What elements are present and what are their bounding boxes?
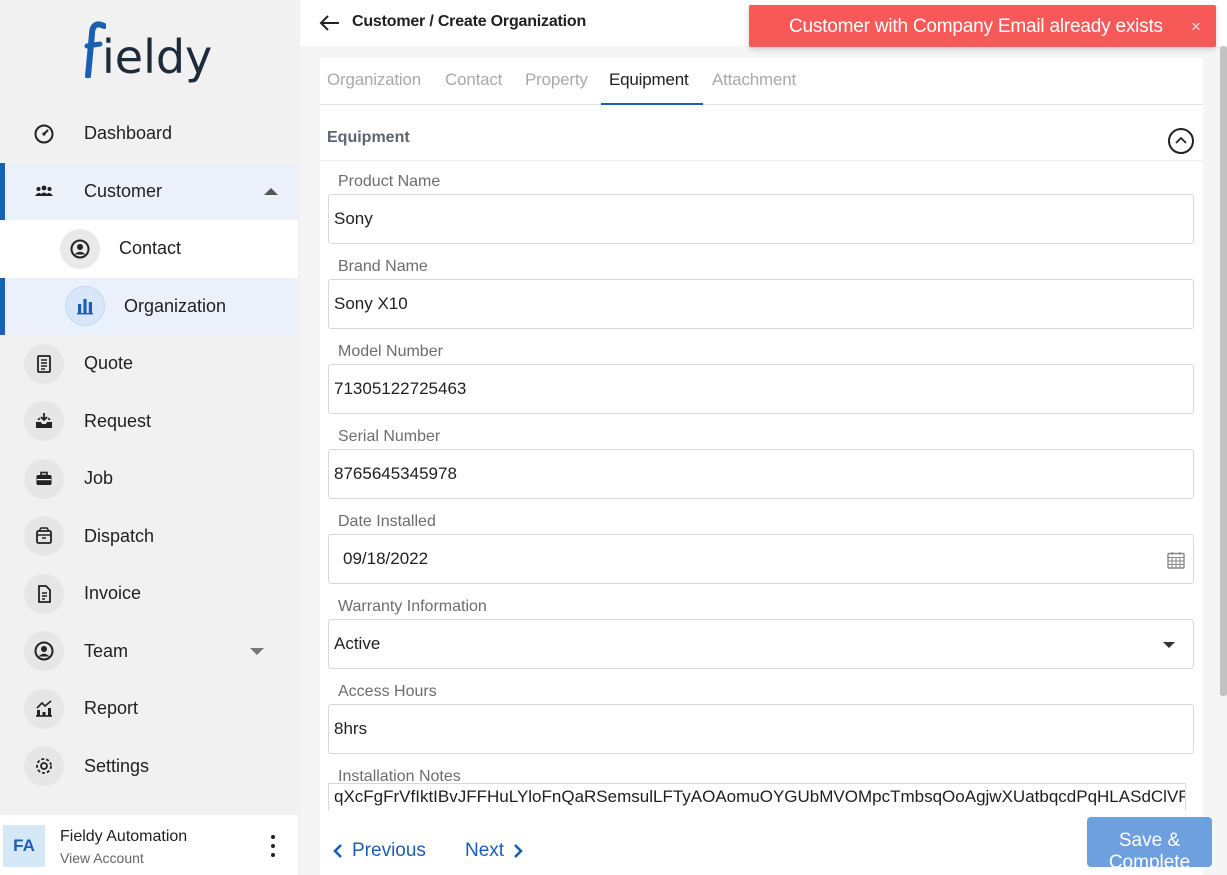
brand-name-field[interactable]: Sony X10: [328, 279, 1194, 329]
tab-bar: Organization Contact Property Equipment …: [320, 58, 1203, 105]
next-button[interactable]: Next: [465, 840, 524, 862]
inbox-request-icon: [24, 401, 64, 442]
sidebar-item-job[interactable]: Job: [0, 450, 298, 508]
gear-icon: [24, 746, 64, 787]
form-footer: Previous Next: [320, 826, 1203, 875]
installation-notes-field[interactable]: qXcFgFrVfIktIBvJFFHuLYloFnQaRSemsulLFTyA…: [328, 783, 1186, 811]
sidebar-item-request[interactable]: Request: [0, 393, 298, 451]
chevron-left-icon: [333, 844, 342, 858]
sidebar-item-dispatch[interactable]: Dispatch: [0, 508, 298, 566]
close-icon[interactable]: ×: [1191, 17, 1201, 37]
sidebar-item-label: Request: [84, 410, 152, 431]
serial-number-label: Serial Number: [338, 428, 441, 445]
sidebar-item-label: Report: [84, 698, 139, 719]
chevron-right-icon: [514, 844, 523, 858]
sidebar-item-report[interactable]: Report: [0, 680, 298, 738]
equipment-section-header[interactable]: Equipment: [320, 112, 1203, 161]
user-circle-icon: [24, 631, 64, 672]
chevron-down-icon[interactable]: [250, 647, 264, 655]
view-account-link[interactable]: View Account: [60, 850, 144, 866]
warranty-label: Warranty Information: [338, 598, 487, 615]
sidebar-item-label: Customer: [84, 180, 163, 201]
content-area: Organization Contact Property Equipment …: [300, 46, 1227, 875]
product-name-value: Sony: [334, 209, 373, 228]
breadcrumb: Customer / Create Organization: [352, 13, 587, 30]
document-list-icon: [24, 343, 64, 384]
sidebar-item-customer[interactable]: Customer: [0, 162, 298, 220]
sidebar: ieldy Dashboard Customer Contact Organiz…: [0, 0, 298, 875]
tab-organization[interactable]: Organization: [327, 70, 421, 90]
toast-message: Customer with Company Email already exis…: [789, 16, 1163, 37]
dashboard-gauge-icon: [24, 114, 64, 154]
active-tab-indicator: [601, 103, 703, 105]
chevron-up-circle-icon[interactable]: [1168, 128, 1194, 154]
account-panel[interactable]: FA Fieldy Automation View Account: [0, 815, 298, 875]
sidebar-item-label: Invoice: [84, 583, 142, 604]
error-toast: Customer with Company Email already exis…: [749, 5, 1216, 47]
product-name-field[interactable]: Sony: [328, 194, 1194, 244]
sidebar-item-dashboard[interactable]: Dashboard: [0, 105, 298, 163]
sidebar-item-label: Quote: [84, 353, 134, 374]
date-installed-label: Date Installed: [338, 513, 436, 530]
warranty-value: Active: [334, 634, 381, 653]
briefcase-icon: [24, 458, 64, 499]
invoice-icon: [24, 573, 64, 614]
tab-contact[interactable]: Contact: [445, 70, 502, 90]
tab-attachment[interactable]: Attachment: [712, 70, 796, 90]
sidebar-item-invoice[interactable]: Invoice: [0, 565, 298, 623]
user-circle-icon: [60, 228, 100, 269]
building-chart-icon: [65, 286, 105, 327]
previous-button[interactable]: Previous: [332, 840, 426, 862]
sidebar-item-quote[interactable]: Quote: [0, 335, 298, 393]
form-panel: Organization Contact Property Equipment …: [320, 58, 1203, 875]
warranty-select[interactable]: Active: [328, 619, 1194, 669]
access-hours-label: Access Hours: [338, 683, 437, 700]
logo-wordmark: ieldy: [102, 30, 213, 84]
sidebar-item-label: Dispatch: [84, 525, 155, 546]
users-group-icon: [24, 171, 64, 211]
sidebar-item-organization[interactable]: Organization: [0, 277, 298, 335]
sidebar-item-settings[interactable]: Settings: [0, 738, 298, 796]
sidebar-item-label: Settings: [84, 755, 150, 776]
model-number-value: 71305122725463: [334, 379, 467, 398]
avatar: FA: [3, 825, 45, 867]
sidebar-item-label: Dashboard: [84, 123, 173, 144]
access-hours-field[interactable]: 8hrs: [328, 704, 1194, 754]
chevron-up-icon[interactable]: [264, 187, 278, 195]
scrollbar[interactable]: [1220, 46, 1227, 696]
main-area: Customer / Create Organization Organizat…: [300, 0, 1227, 875]
serial-number-value: 8765645345978: [334, 464, 457, 483]
calendar-icon[interactable]: [1166, 550, 1186, 570]
more-vertical-icon[interactable]: [266, 835, 280, 857]
date-installed-field[interactable]: 09/18/2022: [328, 534, 1194, 584]
tab-property[interactable]: Property: [525, 70, 588, 90]
section-title: Equipment: [327, 129, 410, 146]
sidebar-item-contact[interactable]: Contact: [0, 220, 298, 278]
model-number-label: Model Number: [338, 343, 443, 360]
product-name-label: Product Name: [338, 173, 441, 190]
access-hours-value: 8hrs: [334, 719, 368, 738]
date-installed-value: 09/18/2022: [343, 549, 429, 568]
arrow-left-icon[interactable]: [318, 11, 342, 35]
model-number-field[interactable]: 71305122725463: [328, 364, 1194, 414]
caret-down-icon[interactable]: [1163, 642, 1175, 648]
tab-equipment[interactable]: Equipment: [609, 70, 689, 90]
sidebar-item-label: Contact: [119, 238, 182, 259]
sidebar-nav: Dashboard Customer Contact Organization: [0, 105, 298, 795]
previous-label: Previous: [352, 840, 426, 861]
package-icon: [24, 516, 64, 557]
brand-name-value: Sony X10: [334, 294, 408, 313]
serial-number-field[interactable]: 8765645345978: [328, 449, 1194, 499]
chart-report-icon: [24, 688, 64, 729]
sidebar-item-team[interactable]: Team: [0, 623, 298, 681]
account-name: Fieldy Automation: [60, 828, 188, 845]
sidebar-item-label: Team: [84, 640, 129, 661]
fieldy-logo[interactable]: ieldy: [84, 18, 224, 88]
save-complete-button[interactable]: Save & Complete: [1087, 817, 1212, 867]
sidebar-item-label: Organization: [124, 295, 227, 316]
next-label: Next: [465, 840, 505, 861]
brand-name-label: Brand Name: [338, 258, 428, 275]
sidebar-item-label: Job: [84, 468, 114, 489]
